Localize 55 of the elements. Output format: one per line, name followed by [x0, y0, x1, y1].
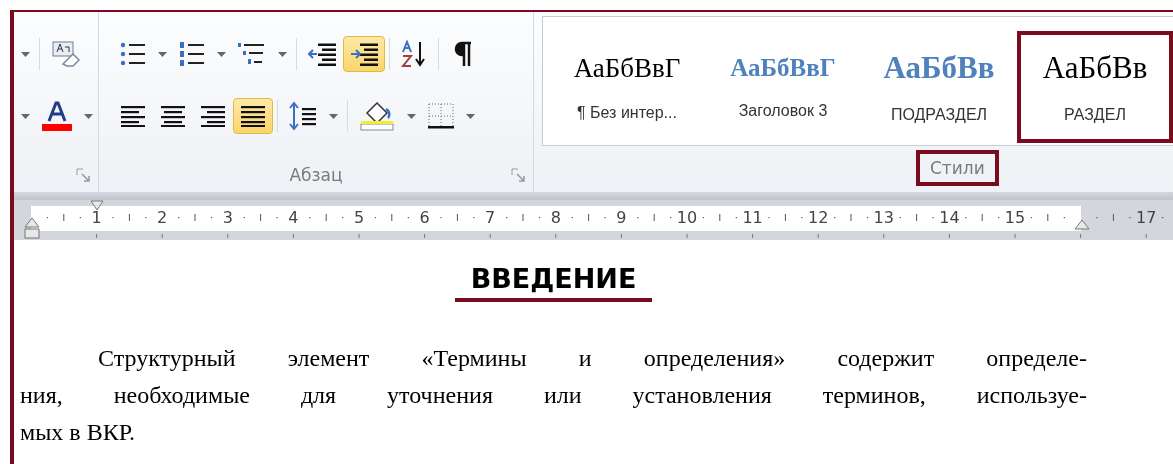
caret-icon	[21, 113, 30, 119]
ruler-number: 4	[288, 207, 299, 229]
right-indent-marker[interactable]	[1074, 219, 1090, 230]
numbered-list-icon	[179, 42, 205, 66]
style-item[interactable]: АаБбВвГ Заголовок 3	[705, 31, 861, 143]
toolbar-button[interactable]	[343, 36, 385, 72]
left-indent-marker[interactable]	[24, 217, 40, 239]
group-label: Стили	[916, 150, 999, 186]
ruler-number: 15	[1004, 207, 1026, 229]
ruler-number: 5	[353, 207, 365, 229]
pilcrow-icon	[454, 41, 472, 67]
document-heading: ВВЕДЕНИЕ	[454, 262, 653, 302]
ruler-number: 3	[222, 207, 233, 229]
ruler-number: 17	[1136, 207, 1157, 229]
group-label: Абзац	[289, 165, 343, 185]
ruler-number: 2	[157, 207, 168, 229]
ruler-number: 12	[808, 207, 829, 229]
caret-icon	[21, 51, 30, 57]
caret-icon	[278, 51, 287, 57]
caret-icon	[466, 113, 475, 119]
dialog-launcher-icon[interactable]	[76, 168, 90, 182]
decrease-indent-icon	[308, 41, 336, 67]
ruler-number: 9	[616, 207, 627, 229]
caret-icon	[158, 51, 167, 57]
style-item[interactable]: АаБбВв ПОДРАЗДЕЛ	[861, 31, 1017, 143]
caret-icon	[84, 113, 93, 119]
bullet-list-icon	[120, 42, 146, 66]
style-item[interactable]: АаБбВвГ ¶ Без интер...	[549, 31, 705, 143]
ruler-number: 8	[550, 207, 561, 229]
borders-icon	[428, 103, 454, 129]
increase-indent-icon	[350, 41, 378, 67]
eraser-icon	[51, 40, 81, 68]
justify-icon	[240, 105, 266, 127]
line-spacing-icon	[289, 101, 317, 131]
ruler-number: 7	[485, 207, 496, 229]
font-color-icon	[42, 101, 72, 131]
caret-icon	[329, 113, 338, 119]
align-right-icon	[200, 105, 226, 127]
body-paragraph: Структурный элемент «Термины и определения» содержит определе- ния, необходимые для уточнения или установления терминов, используе- мых в ВКР.	[20, 344, 1087, 447]
style-item[interactable]: АаБбВв РАЗДЕЛ	[1017, 31, 1173, 143]
ruler-number: 14	[939, 207, 960, 229]
toolbar-button[interactable]	[233, 98, 273, 134]
sort-icon	[401, 40, 427, 68]
ruler-number: 6	[419, 207, 430, 229]
align-center-icon	[160, 105, 186, 127]
align-left-icon	[120, 105, 146, 127]
ruler-number: 1	[91, 207, 102, 229]
dialog-launcher-icon[interactable]	[511, 168, 525, 182]
ruler-number: 11	[742, 207, 763, 229]
ruler-number: 10	[676, 207, 698, 229]
ruler-number: 13	[873, 207, 894, 229]
caret-icon	[407, 113, 416, 119]
multilevel-list-icon	[238, 41, 266, 67]
paint-bucket-icon	[359, 101, 395, 131]
caret-icon	[217, 51, 226, 57]
